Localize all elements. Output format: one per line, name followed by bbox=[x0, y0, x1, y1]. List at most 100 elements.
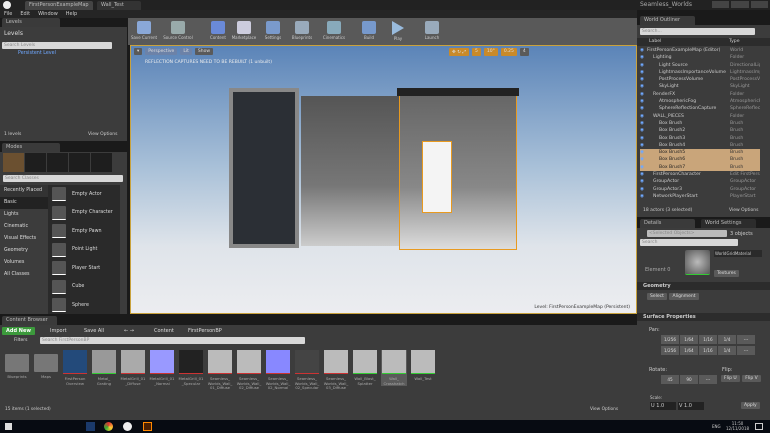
outliner-row[interactable]: ◉ Box Brush4 Brush bbox=[640, 142, 760, 149]
class-item[interactable]: Player Start bbox=[48, 259, 120, 278]
asset-tile[interactable]: Wall_Blast_ Splatter bbox=[352, 350, 378, 386]
class-item[interactable]: Cube bbox=[48, 278, 120, 297]
category-all-classes[interactable]: All Classes bbox=[0, 269, 48, 281]
asset-tile[interactable]: Wall_Test bbox=[410, 350, 436, 382]
scale-u-input[interactable]: U 1.0 bbox=[650, 402, 676, 410]
outliner-row[interactable]: ◉ NetworkPlayerStart PlayerStart bbox=[640, 193, 760, 200]
asset-tile[interactable]: Metal_ Grating bbox=[91, 350, 117, 386]
content-button[interactable]: Content bbox=[204, 20, 232, 44]
save-all-button[interactable]: Save All bbox=[84, 328, 104, 334]
asset-tile[interactable]: Seamless_ Worlds_Wall_ 01_Diffuse bbox=[207, 350, 233, 391]
perspective-button[interactable]: Perspective bbox=[145, 48, 178, 55]
notifications-icon[interactable] bbox=[755, 423, 763, 430]
minimize-button[interactable] bbox=[712, 1, 730, 8]
menu-window[interactable]: Window bbox=[38, 10, 58, 18]
paint-mode-icon[interactable] bbox=[25, 153, 46, 172]
maximize-button[interactable] bbox=[731, 1, 749, 8]
chrome-icon[interactable] bbox=[104, 422, 113, 431]
tab-content-browser[interactable]: Content Browser bbox=[2, 316, 57, 325]
asset-tile[interactable]: FirstPerson Overview bbox=[62, 350, 88, 386]
material-thumbnail[interactable] bbox=[685, 250, 710, 275]
outliner-row[interactable]: ◉FirstPersonCharacterEdit FirstPersonCha… bbox=[640, 171, 760, 178]
illustrator-icon[interactable] bbox=[143, 422, 152, 431]
viewport-options-button[interactable]: ▾ bbox=[134, 48, 143, 55]
category-lights[interactable]: Lights bbox=[0, 209, 48, 221]
material-dropdown[interactable]: WorldGridMaterial bbox=[714, 250, 762, 257]
category-volumes[interactable]: Volumes bbox=[0, 257, 48, 269]
level-item[interactable]: Persistent Level bbox=[18, 51, 56, 56]
save-current-button[interactable]: Save Current bbox=[130, 20, 158, 44]
outliner-row[interactable]: ◉ Box Brush7 Brush bbox=[640, 163, 760, 172]
outliner-view-options[interactable]: View Options bbox=[729, 208, 758, 213]
levels-search[interactable]: Search Levels bbox=[2, 42, 112, 49]
asset-tile[interactable]: Seamless_ Worlds_Wall_ 02_Diffuse bbox=[236, 350, 262, 391]
outliner-row[interactable]: ◉ GroupActor3 GroupActor bbox=[640, 186, 760, 193]
foliage-mode-icon[interactable] bbox=[69, 153, 90, 172]
blueprints-button[interactable]: Blueprints bbox=[288, 20, 316, 44]
classes-search[interactable]: Search Classes bbox=[3, 175, 123, 182]
place-mode-icon[interactable] bbox=[3, 153, 24, 172]
camera-speed-button[interactable]: 4 bbox=[519, 48, 529, 56]
asset-tile[interactable]: Maps bbox=[33, 350, 59, 380]
show-button[interactable]: Show bbox=[194, 48, 214, 55]
tab-levels[interactable]: Levels bbox=[2, 18, 60, 27]
clock[interactable]: 11:50 12/11/2018 bbox=[726, 421, 749, 431]
select-dropdown[interactable]: Select bbox=[647, 293, 667, 300]
details-search[interactable]: Search bbox=[640, 239, 738, 246]
cinematics-button[interactable]: Cinematics bbox=[320, 20, 348, 44]
wall-selected[interactable] bbox=[399, 94, 517, 250]
outliner-row[interactable]: ◉LightmassImportanceVolumeLightmassImpor… bbox=[640, 69, 760, 76]
tab-world-settings[interactable]: World Settings bbox=[701, 219, 756, 228]
import-button[interactable]: Import bbox=[50, 328, 67, 334]
class-item[interactable]: Empty Character bbox=[48, 204, 120, 223]
outliner-row[interactable]: ◉ FirstPersonExampleMap (Editor) World bbox=[640, 47, 760, 54]
content-search[interactable]: Search FirstPersonBP bbox=[40, 337, 305, 344]
lit-button[interactable]: Lit bbox=[180, 48, 192, 55]
levels-title[interactable]: Levels bbox=[4, 30, 23, 37]
outliner-row[interactable]: ◉ WALL_PIECES Folder bbox=[640, 113, 760, 120]
class-item[interactable]: Point Light bbox=[48, 241, 120, 260]
asset-tile[interactable]: Seamless_ Worlds_Wall_ 02_Specular bbox=[294, 350, 320, 391]
class-item[interactable]: Empty Pawn bbox=[48, 222, 120, 241]
levels-view-options[interactable]: View Options bbox=[88, 132, 117, 137]
category-geometry[interactable]: Geometry bbox=[0, 245, 48, 257]
outliner-row[interactable]: ◉ RenderFX Folder bbox=[640, 91, 760, 98]
surface-properties-section[interactable]: Surface Properties bbox=[637, 313, 770, 321]
geometry-mode-icon[interactable] bbox=[91, 153, 112, 172]
flip-u-button[interactable]: Flip U bbox=[721, 375, 740, 382]
selected-objects[interactable]: <Selected Objects> bbox=[647, 230, 727, 237]
play-button[interactable]: Play bbox=[384, 20, 412, 44]
transform-tools[interactable]: ✥ ↻ ⤢ bbox=[449, 48, 470, 56]
windows-start-icon[interactable] bbox=[5, 423, 12, 430]
category-basic[interactable]: Basic bbox=[0, 197, 48, 209]
path-firstpersonbp[interactable]: FirstPersonBP bbox=[188, 328, 222, 334]
asset-tile[interactable]: MetalGrill_01 _Diffuse bbox=[120, 350, 146, 386]
class-item[interactable]: Empty Actor bbox=[48, 185, 120, 204]
photoshop-icon[interactable] bbox=[86, 422, 95, 431]
history-arrows[interactable]: ← → bbox=[124, 328, 134, 334]
outliner-row[interactable]: ◉PostProcessVolumePostProcessVolume bbox=[640, 76, 760, 83]
apply-button[interactable]: Apply bbox=[741, 402, 760, 409]
menu-file[interactable]: File bbox=[4, 10, 12, 18]
category-cinematic[interactable]: Cinematic bbox=[0, 221, 48, 233]
asset-tile[interactable]: Seamless_ Worlds_Wall_ 02_Normal bbox=[265, 350, 291, 391]
outliner-row[interactable]: ◉ Lighting Folder bbox=[640, 54, 760, 61]
textures-button[interactable]: Textures bbox=[714, 270, 739, 277]
launch-button[interactable]: Launch bbox=[418, 20, 446, 44]
outliner-row[interactable]: ◉ Box Brush Brush bbox=[640, 120, 760, 127]
outliner-row[interactable]: ◉ Box Brush5 Brush bbox=[640, 149, 760, 157]
outliner-row[interactable]: ◉ Box Brush2 Brush bbox=[640, 127, 760, 134]
menu-help[interactable]: Help bbox=[66, 10, 77, 18]
class-item[interactable]: Sphere bbox=[48, 296, 120, 315]
scale-v-input[interactable]: V 1.0 bbox=[678, 402, 704, 410]
rotation-snap-button[interactable]: 10° bbox=[483, 48, 498, 56]
close-button[interactable] bbox=[750, 1, 768, 8]
scale-snap-button[interactable]: 0.25 bbox=[500, 48, 517, 56]
outliner-search[interactable]: Search... bbox=[640, 28, 755, 35]
flip-v-button[interactable]: Flip V bbox=[742, 375, 761, 382]
content-view-options[interactable]: View Options bbox=[590, 407, 618, 412]
grid-snap-button[interactable]: 5 bbox=[472, 48, 481, 56]
geometry-section[interactable]: Geometry bbox=[637, 282, 770, 290]
label-column-header[interactable]: Label bbox=[649, 38, 661, 46]
outliner-row[interactable]: ◉ Box Brush6 Brush bbox=[640, 156, 760, 164]
